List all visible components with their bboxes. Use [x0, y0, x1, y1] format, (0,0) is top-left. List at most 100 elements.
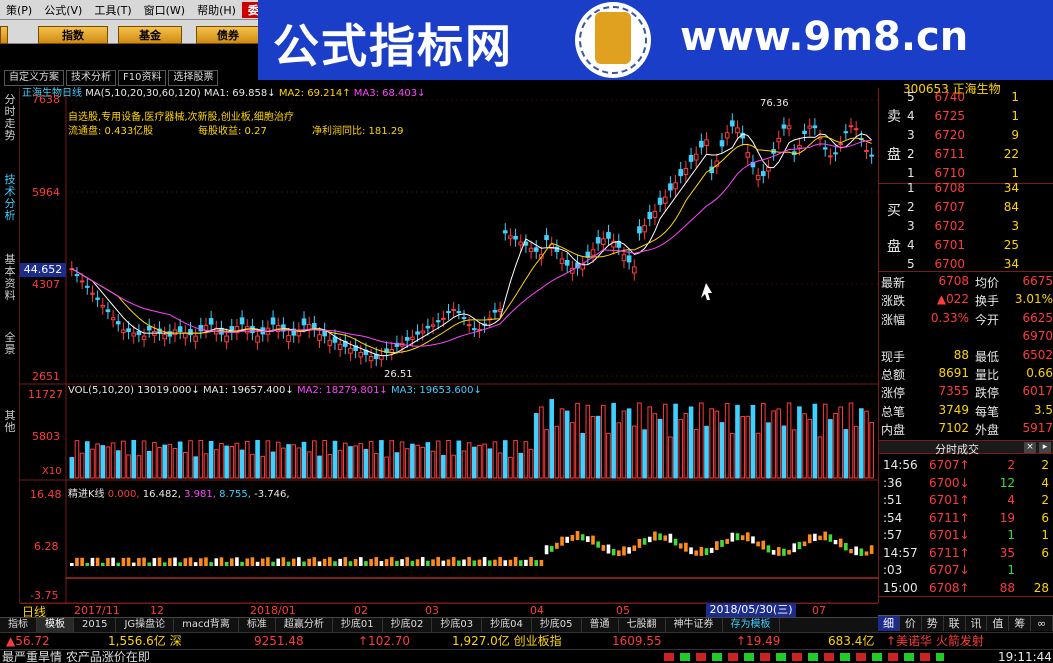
quote-row: 5 6740 1	[879, 90, 1053, 109]
volume-bar	[477, 444, 482, 479]
menu-item[interactable]: 窗口(W)	[138, 2, 191, 18]
formula-tab[interactable]: 存为模板	[723, 618, 780, 632]
formula-tab[interactable]: 抄底02	[383, 618, 433, 632]
alert-text[interactable]: ↑美诺华 火箭发射	[886, 633, 984, 650]
menu-item[interactable]: 帮助(H)	[191, 2, 242, 18]
volume-bar	[709, 408, 714, 479]
formula-tab[interactable]: 超赢分析	[276, 618, 333, 632]
indicator-bar	[518, 560, 523, 566]
quote-row: 总额 8691 量比 0.66	[879, 366, 1053, 385]
candle-body	[688, 154, 694, 162]
quote-tab[interactable]: 讯	[966, 616, 988, 631]
quote-tab[interactable]: 筹	[1009, 616, 1032, 631]
strip-tab-panorama[interactable]: 全景	[4, 332, 16, 356]
quote-row: 1 6708 34	[879, 181, 1053, 200]
volume-bar	[487, 448, 493, 479]
seal-emblem	[595, 12, 631, 64]
fund-button[interactable]: 基金	[118, 26, 182, 44]
indicator-bar	[147, 562, 152, 566]
ma-line	[71, 136, 872, 353]
indicator-bar	[596, 541, 600, 548]
tab-f10[interactable]: F10资料	[118, 70, 167, 86]
kline-chart[interactable]	[20, 88, 878, 603]
tab-custom[interactable]: 自定义方案	[4, 70, 64, 86]
index-change: ↑19.49	[736, 634, 781, 648]
index-button[interactable]: 指数	[38, 26, 108, 44]
stat-label: 最低	[975, 349, 1000, 364]
formula-tab[interactable]: macd背离	[174, 618, 239, 632]
formula-tab[interactable]: 指标	[0, 618, 37, 632]
volume-bar	[817, 436, 823, 479]
quote-tab[interactable]: 联	[944, 616, 966, 631]
candle-body	[317, 334, 322, 341]
indicator-bar	[188, 557, 193, 566]
stat-value: 6017	[1022, 384, 1053, 399]
formula-tab[interactable]: 神牛证券	[666, 618, 723, 632]
quote-row: 总笔 3749 每笔 3.5	[879, 403, 1053, 422]
candle-body	[435, 320, 441, 323]
sell-volume: 1	[1011, 109, 1019, 123]
formula-tab[interactable]: 七股翻	[619, 618, 666, 632]
quote-tab[interactable]: 价	[900, 616, 922, 631]
indicator-bar	[699, 547, 704, 556]
left-strip: 分时走势 技术分析 基本资料 全景 其他	[0, 88, 20, 603]
strip-tab-basic[interactable]: 基本资料	[4, 254, 16, 302]
sell-price: 6710	[934, 166, 965, 180]
indicator-bar	[80, 557, 84, 566]
tick-time: :57	[883, 528, 903, 542]
candle-body	[286, 335, 291, 343]
volume-bar	[518, 452, 524, 479]
formula-tab[interactable]: 抄底03	[432, 618, 483, 632]
candle-body	[74, 274, 80, 277]
app-window: { "menu": {"items": ["策(P)", "公式(V)", "工…	[0, 0, 1053, 663]
indicator-bar	[343, 557, 348, 566]
quote-tab[interactable]: 值	[987, 616, 1010, 631]
candle-body	[869, 154, 874, 157]
indicator-bar	[467, 557, 471, 566]
stat-label: 总额	[881, 368, 906, 382]
strip-tab-timeshare[interactable]: 分时走势	[4, 94, 16, 142]
tab-tech[interactable]: 技术分析	[66, 70, 116, 86]
quote-tab[interactable]: 势	[922, 616, 944, 631]
candle-body	[100, 304, 106, 308]
indicator-bar	[580, 534, 585, 541]
tab-select[interactable]: 选择股票	[168, 70, 219, 86]
menu-item[interactable]: 工具(T)	[88, 2, 137, 18]
menu-item[interactable]: 策(P)	[0, 2, 38, 18]
indicator-bar	[493, 559, 497, 566]
formula-tab[interactable]: 2015	[74, 618, 117, 632]
candle-body	[162, 334, 167, 340]
formula-tab[interactable]: 标准	[239, 618, 276, 632]
volume-bar	[152, 442, 157, 479]
date-tick: 02	[354, 604, 368, 617]
formula-tab[interactable]: 普通	[582, 618, 619, 632]
formula-tab[interactable]: 抄底05	[532, 618, 582, 632]
formula-tab[interactable]: JG操盘论	[116, 618, 175, 632]
strip-tab-other[interactable]: 其他	[4, 410, 16, 434]
indicator-bar	[260, 558, 265, 566]
vol-ma1: MA1: 19657.400↓	[202, 385, 294, 396]
bond-button[interactable]: 债券	[196, 26, 260, 44]
formula-tab[interactable]: 模板	[37, 618, 74, 632]
volume-bar	[317, 455, 322, 479]
strip-tab-tech[interactable]: 技术分析	[4, 174, 16, 222]
indicator-bar	[224, 561, 229, 566]
formula-tab[interactable]: 抄底04	[482, 618, 532, 632]
formula-tab[interactable]: 抄底01	[333, 618, 383, 632]
quote-tab[interactable]: ∞	[1031, 616, 1053, 631]
indicator-bar	[462, 559, 466, 566]
volume-bar	[177, 441, 183, 479]
volume-bar	[425, 442, 431, 479]
tick-time: :51	[883, 493, 903, 507]
quote-tab[interactable]: 细	[878, 616, 900, 631]
volume-bar	[704, 425, 709, 479]
volume-bar	[683, 413, 689, 479]
expand-icon[interactable]: ▸	[1039, 442, 1051, 453]
level-no: 5	[907, 90, 915, 104]
banner-title: 公式指标网	[273, 19, 513, 73]
volume-bar	[611, 402, 616, 479]
volume-bar	[466, 442, 472, 479]
news-text[interactable]: 最严重旱情 农产品涨价在即	[2, 650, 150, 663]
menu-item[interactable]: 公式(V)	[38, 2, 88, 18]
close-icon[interactable]: ×	[1024, 442, 1036, 453]
